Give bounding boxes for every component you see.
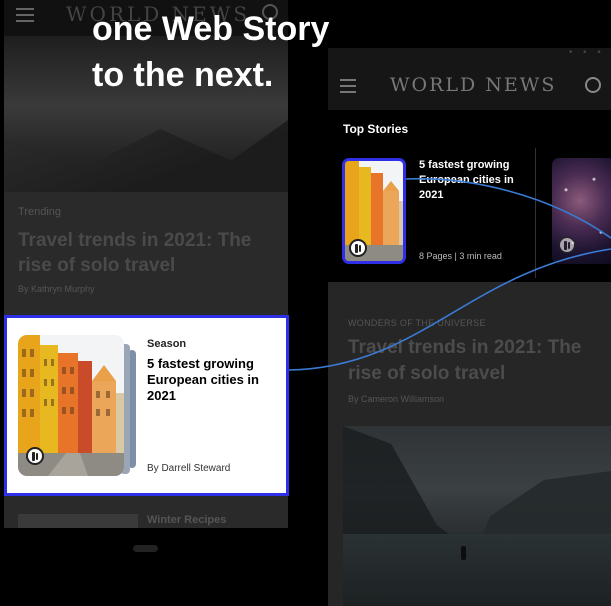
trending-label: Trending bbox=[18, 206, 62, 218]
left-bottom-label[interactable]: Winter Recipes bbox=[147, 514, 226, 526]
promo-headline-line2: to the next. bbox=[92, 56, 274, 94]
right-article-author: By Cameron Williamson bbox=[348, 394, 445, 404]
web-story-icon bbox=[26, 447, 44, 465]
left-article-author: By Kathryn Murphy bbox=[18, 284, 95, 294]
promo-headline-line1: one Web Story bbox=[92, 10, 330, 48]
top-story-meta: 8 Pages | 3 min read bbox=[419, 251, 502, 261]
right-brand-logo: WORLD NEWS bbox=[390, 74, 557, 96]
right-phone-screen: • • • WORLD NEWS Top Stories 5 fastest g… bbox=[328, 48, 611, 606]
right-article-headline[interactable]: Travel trends in 2021: The rise of solo … bbox=[348, 335, 608, 387]
card-author: By Darrell Steward bbox=[147, 463, 231, 474]
top-story-thumbnail[interactable] bbox=[342, 158, 406, 264]
story-divider bbox=[535, 148, 536, 278]
left-bottom-thumbnail[interactable] bbox=[18, 514, 138, 528]
promo-headline: one Web Story to the next. bbox=[92, 6, 329, 98]
top-stories-heading: Top Stories bbox=[343, 122, 409, 136]
status-dots: • • • bbox=[568, 48, 605, 58]
home-indicator bbox=[133, 545, 158, 552]
right-article-kicker: WONDERS OF THE UNIVERSE bbox=[348, 318, 486, 328]
second-story-thumbnail[interactable] bbox=[552, 158, 611, 264]
user-icon[interactable] bbox=[585, 77, 601, 93]
right-article-image[interactable] bbox=[343, 426, 611, 606]
right-top-bar: • • • WORLD NEWS bbox=[328, 48, 611, 110]
menu-icon[interactable] bbox=[340, 79, 356, 93]
web-story-icon bbox=[349, 239, 367, 257]
card-category: Season bbox=[147, 338, 187, 350]
story-cover-image[interactable] bbox=[18, 335, 124, 476]
web-story-card[interactable]: Season 5 fastest growing European cities… bbox=[4, 315, 289, 496]
left-article-headline[interactable]: Travel trends in 2021: The rise of solo … bbox=[18, 228, 278, 278]
menu-icon[interactable] bbox=[16, 8, 34, 22]
top-story-title[interactable]: 5 fastest growing European cities in 202… bbox=[419, 158, 527, 203]
top-stories-section: Top Stories 5 fastest growing European c… bbox=[328, 110, 611, 282]
web-story-icon bbox=[558, 236, 576, 254]
card-title[interactable]: 5 fastest growing European cities in 202… bbox=[147, 356, 267, 404]
